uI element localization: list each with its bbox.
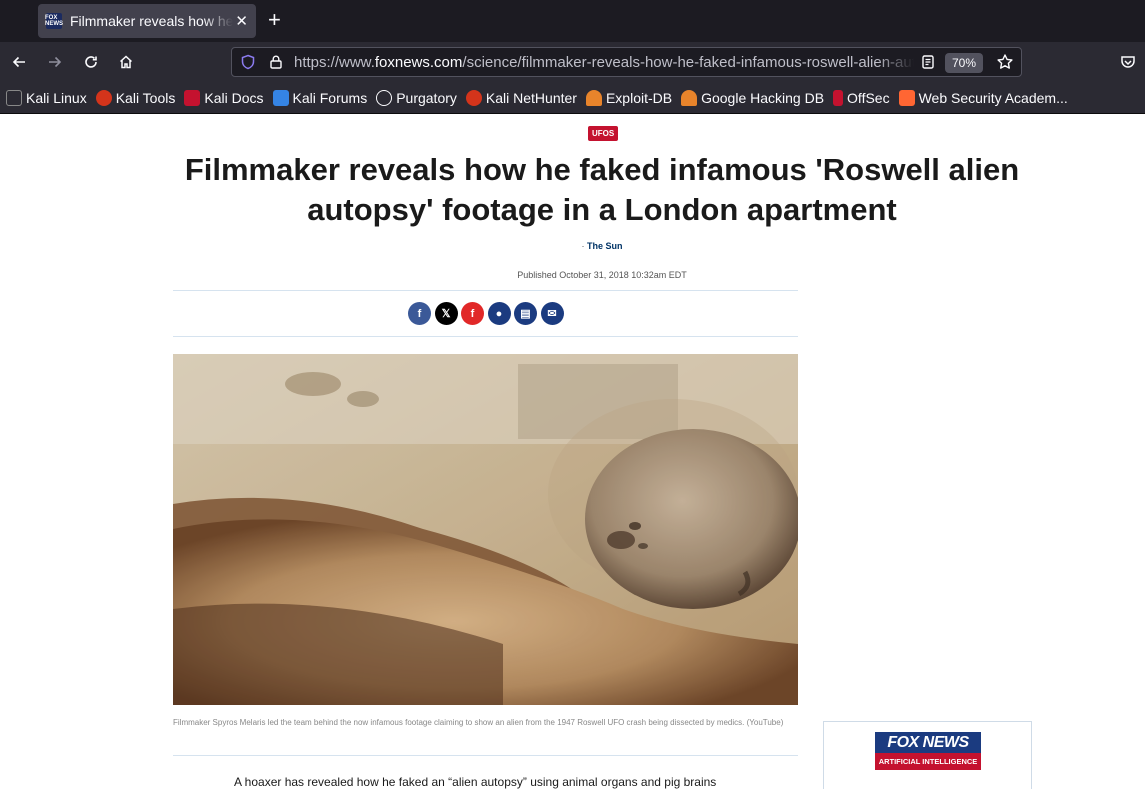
lock-icon[interactable] [268, 54, 284, 75]
bookmark-kali-tools[interactable]: Kali Tools [95, 89, 176, 106]
bookmark-label: Google Hacking DB [701, 89, 825, 106]
print-icon[interactable]: ▤ [514, 302, 537, 325]
bookmark-label: Kali Forums [292, 89, 368, 106]
x-share-icon[interactable]: 𝕏 [434, 302, 458, 325]
bookmark-label: Kali Linux [26, 89, 87, 106]
bookmark-kali-nethunter[interactable]: Kali NetHunter [465, 89, 577, 106]
shield-icon[interactable] [240, 54, 256, 75]
forward-arrow-icon[interactable] [43, 50, 67, 74]
kali-tools-icon [95, 89, 112, 106]
url-path: /science/filmmaker-reveals-how-he-faked-… [462, 54, 914, 71]
kali-dragon-icon [6, 89, 22, 106]
share-buttons: f 𝕏 f ● ▤ ✉ [408, 302, 567, 325]
lightning-icon [898, 89, 915, 106]
bookmark-star-icon[interactable] [996, 53, 1014, 76]
tab-title: Filmmaker reveals how he faked infamous … [70, 13, 234, 29]
image-caption: Filmmaker Spyros Melaris led the team be… [173, 718, 784, 727]
bookmark-kali-docs[interactable]: Kali Docs [184, 89, 264, 106]
article-first-paragraph: A hoaxer has revealed how he faked an “a… [234, 775, 717, 789]
bookmark-google-hacking-db[interactable]: Google Hacking DB [681, 89, 825, 106]
bookmark-label: Kali Tools [115, 89, 176, 106]
sidebar-promo[interactable]: FOX NEWS ARTIFICIAL INTELLIGENCE [823, 721, 1032, 789]
published-date: Published October 31, 2018 10:32am EDT [517, 270, 687, 280]
bookmark-purgatory[interactable]: Purgatory [376, 89, 457, 106]
home-icon[interactable] [114, 50, 138, 74]
ghdb-icon [681, 89, 698, 106]
article-hero-image[interactable] [173, 354, 798, 705]
offsec-icon [833, 89, 844, 106]
foxnews-logo: FOX NEWS [875, 732, 981, 753]
url-bar[interactable]: https://www.foxnews.com/science/filmmake… [231, 47, 1022, 77]
reader-view-icon[interactable] [920, 54, 936, 75]
tab-active[interactable]: FOX NEWS Filmmaker reveals how he faked … [38, 4, 256, 38]
zoom-level-button[interactable]: 70% [945, 53, 984, 73]
bookmark-label: Kali NetHunter [485, 89, 577, 106]
bookmark-web-security-academy[interactable]: Web Security Academ... [898, 89, 1068, 106]
foxnews-favicon-icon: FOX NEWS [45, 13, 63, 29]
article-headline: Filmmaker reveals how he faked infamous … [184, 152, 1020, 227]
back-arrow-icon[interactable] [7, 50, 31, 74]
kali-nethunter-icon [465, 89, 482, 106]
bookmark-label: OffSec [847, 89, 890, 106]
url-domain: foxnews.com [374, 54, 463, 71]
tab-bar: FOX NEWS Filmmaker reveals how he faked … [0, 0, 1145, 42]
bookmark-kali-linux[interactable]: Kali Linux [6, 89, 87, 106]
bookmark-label: Purgatory [396, 89, 457, 106]
bookmark-exploit-db[interactable]: Exploit-DB [585, 89, 673, 106]
url-text[interactable]: https://www.foxnews.com/science/filmmake… [294, 54, 914, 71]
exploit-db-icon [585, 89, 602, 106]
source-separator: · [581, 241, 585, 251]
globe-icon [376, 89, 393, 106]
article-source: · The Sun [173, 241, 1031, 251]
url-prefix: https://www. [294, 54, 375, 71]
source-link[interactable]: The Sun [587, 241, 623, 251]
divider [173, 336, 798, 337]
alien-autopsy-photo [173, 354, 798, 705]
comments-icon[interactable]: ● [487, 302, 511, 325]
facebook-share-icon[interactable]: f [408, 302, 431, 325]
divider [173, 290, 798, 291]
bookmark-label: Web Security Academ... [918, 89, 1068, 106]
bookmark-label: Exploit-DB [605, 89, 673, 106]
pocket-icon[interactable] [1116, 50, 1140, 74]
reload-icon[interactable] [79, 50, 103, 74]
bookmark-kali-forums[interactable]: Kali Forums [272, 89, 368, 106]
flipboard-share-icon[interactable]: f [461, 302, 484, 325]
close-icon[interactable]: ✕ [235, 12, 248, 30]
article-page: UFOS Filmmaker reveals how he faked infa… [0, 114, 1145, 789]
kali-docs-icon [184, 89, 201, 106]
bookmarks-toolbar: Kali Linux Kali Tools Kali Docs Kali For… [0, 82, 1145, 114]
bookmark-offsec[interactable]: OffSec [833, 89, 890, 106]
promo-subtitle: ARTIFICIAL INTELLIGENCE [875, 753, 981, 770]
kali-forums-icon [272, 89, 289, 106]
category-badge[interactable]: UFOS [588, 126, 619, 141]
divider [173, 755, 798, 756]
new-tab-plus-icon[interactable]: + [268, 9, 281, 31]
navigation-bar: https://www.foxnews.com/science/filmmake… [0, 42, 1145, 82]
email-share-icon[interactable]: ✉ [540, 302, 564, 325]
bookmark-label: Kali Docs [204, 89, 264, 106]
